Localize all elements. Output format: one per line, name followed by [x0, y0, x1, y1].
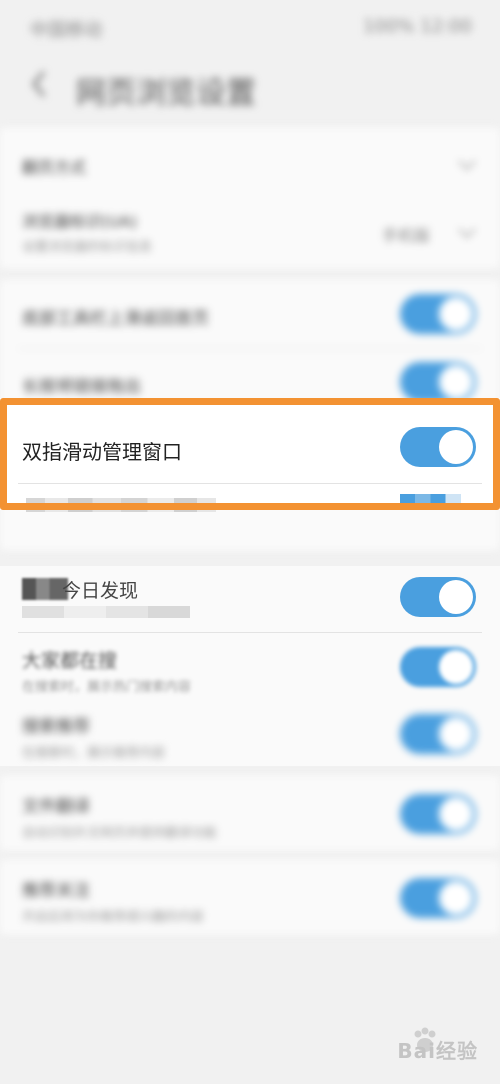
chevron-down-icon — [458, 160, 476, 171]
watermark-text: Bai经验 — [397, 1039, 478, 1063]
chevron-left-icon[interactable] — [26, 66, 52, 102]
status-bar: 中国移动 100% 12:00 — [0, 0, 500, 56]
translate-desc: 自动识别外文网页并提供翻译功能 — [22, 826, 218, 841]
settings-group-translate: 文件翻译 自动识别外文网页并提供翻译功能 — [0, 776, 500, 850]
toggle-knob — [439, 881, 473, 915]
toggle-knob — [439, 580, 473, 614]
time-battery-label: 100% 12:00 — [362, 16, 472, 37]
hot-search-desc: 在搜索时，展示热门搜索内容 — [22, 680, 192, 695]
two-finger-label: 双指滑动管理窗口 — [22, 440, 182, 464]
hot-search-row: 大家都在搜 在搜索时，展示热门搜索内容 — [0, 634, 500, 700]
drag-link-label: 长按将链接拖出 — [22, 377, 141, 397]
toggle-knob — [439, 650, 473, 684]
flip-mode-row[interactable]: 翻页方式 — [0, 128, 500, 198]
settings-group-follow: 推荐关注 开启后将为你推荐感兴趣的内容 — [0, 860, 500, 934]
carrier-label: 中国移动 — [30, 20, 102, 41]
hot-search-label: 大家都在搜 — [22, 650, 118, 672]
pixelated-row-label — [26, 498, 216, 512]
pixelated-toggle — [400, 494, 476, 510]
search-recommend-label: 搜索推荐 — [22, 717, 90, 737]
user-agent-label: 浏览器标识(UA) — [22, 212, 138, 231]
settings-group-discover: 今日发现 大家都在搜 在搜索时，展示热门搜索内容 搜索推荐 在搜索时，展示推荐内… — [0, 566, 500, 766]
translate-row: 文件翻译 自动识别外文网页并提供翻译功能 — [0, 776, 500, 850]
toggle-knob — [439, 430, 473, 464]
toggle-knob — [439, 365, 473, 399]
translate-toggle[interactable] — [400, 794, 476, 834]
divider — [18, 483, 482, 484]
two-finger-row: 双指滑动管理窗口 — [0, 410, 500, 484]
two-finger-toggle[interactable] — [400, 427, 476, 467]
page-title: 网页浏览设置 — [76, 76, 256, 111]
swipe-home-toggle[interactable] — [400, 294, 476, 334]
search-recommend-desc: 在搜索时，展示推荐内容 — [22, 746, 166, 761]
toggle-knob — [439, 717, 473, 751]
search-recommend-toggle[interactable] — [400, 714, 476, 754]
hot-search-toggle[interactable] — [400, 647, 476, 687]
chevron-down-icon — [458, 228, 476, 239]
toggle-knob — [439, 297, 473, 331]
follow-label: 推荐关注 — [22, 881, 90, 901]
settings-group-page: 翻页方式 浏览器标识(UA) 设置浏览器的标识信息 手机版 — [0, 128, 500, 268]
swipe-home-label: 底部工具栏上滑返回首页 — [22, 309, 209, 329]
pixelated-desc — [22, 606, 190, 618]
toggle-knob — [439, 797, 473, 831]
flip-mode-label: 翻页方式 — [22, 158, 87, 177]
translate-label: 文件翻译 — [22, 797, 90, 817]
today-discover-toggle[interactable] — [400, 577, 476, 617]
today-discover-row: 今日发现 — [0, 566, 500, 630]
divider — [18, 348, 482, 349]
today-discover-label: 今日发现 — [62, 580, 139, 602]
user-agent-desc: 设置浏览器的标识信息 — [22, 240, 153, 255]
divider — [18, 632, 482, 633]
search-recommend-row: 搜索推荐 在搜索时，展示推荐内容 — [0, 702, 500, 766]
two-finger-panel: 双指滑动管理窗口 — [0, 398, 500, 512]
swipe-home-row: 底部工具栏上滑返回首页 — [0, 280, 500, 348]
follow-row: 推荐关注 开启后将为你推荐感兴趣的内容 — [0, 860, 500, 934]
drag-link-toggle[interactable] — [400, 362, 476, 402]
page-header: 网页浏览设置 — [0, 56, 500, 116]
follow-toggle[interactable] — [400, 878, 476, 918]
user-agent-row[interactable]: 浏览器标识(UA) 设置浏览器的标识信息 手机版 — [0, 200, 500, 268]
user-agent-value: 手机版 — [381, 226, 430, 245]
follow-desc: 开启后将为你推荐感兴趣的内容 — [22, 910, 205, 925]
